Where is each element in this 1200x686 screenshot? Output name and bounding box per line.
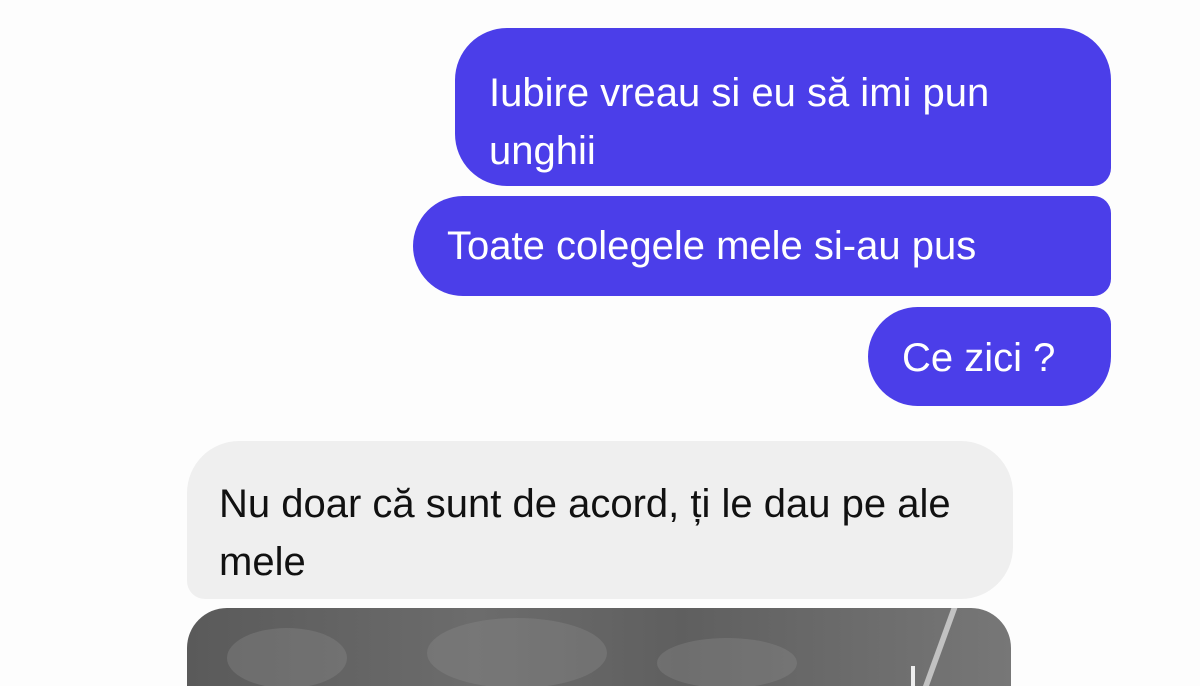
message-text: Toate colegele mele si-au pus (447, 224, 977, 268)
message-text: Ce zici ? (902, 336, 1056, 380)
road-lane-line (918, 608, 958, 686)
photo-attachment[interactable] (187, 608, 1011, 686)
message-text: Iubire vreau si eu să imi pun unghii (489, 71, 990, 173)
incoming-message-bubble[interactable]: Nu doar că sunt de acord, ți le dau pe a… (187, 441, 1013, 599)
road-marking (911, 666, 915, 686)
chat-thread: Iubire vreau si eu să imi pun unghii Toa… (0, 0, 1200, 686)
outgoing-message-bubble[interactable]: Iubire vreau si eu să imi pun unghii (455, 28, 1111, 186)
outgoing-message-bubble[interactable]: Ce zici ? (868, 307, 1111, 406)
outgoing-message-bubble[interactable]: Toate colegele mele si-au pus (413, 196, 1111, 296)
message-text: Nu doar că sunt de acord, ți le dau pe a… (219, 482, 951, 584)
